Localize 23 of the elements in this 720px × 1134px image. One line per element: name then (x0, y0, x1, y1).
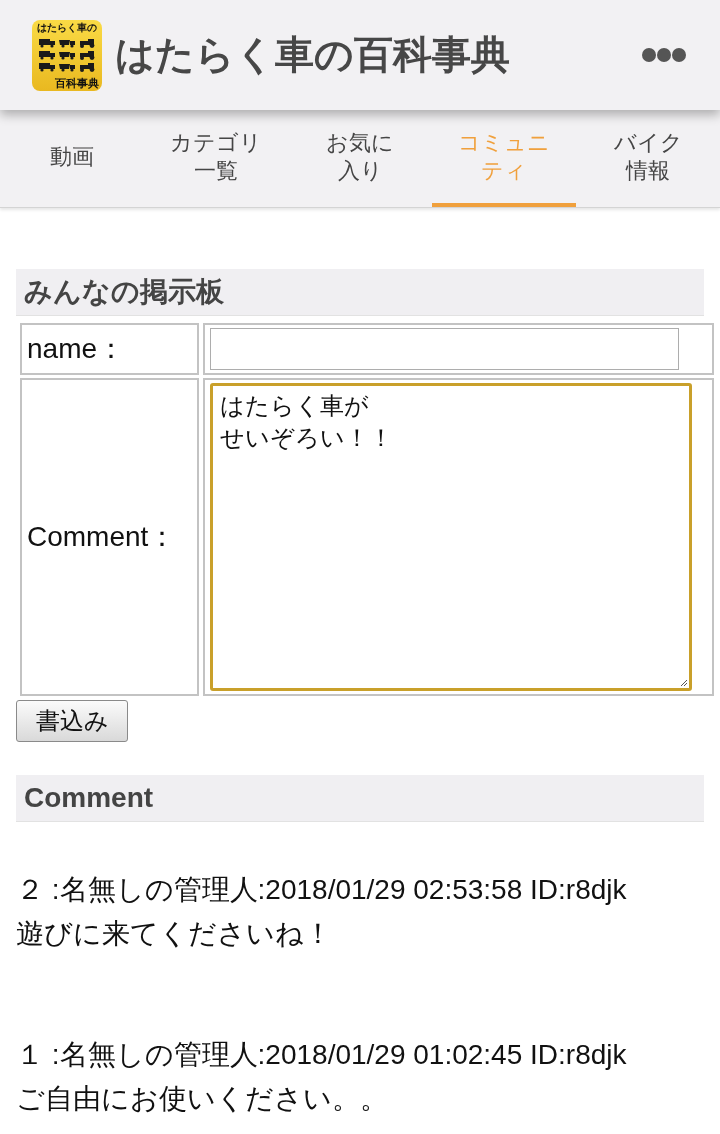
typed-text: せいぞろい！！ (220, 423, 393, 453)
post-header: １ :名無しの管理人:2018/01/29 01:02:45 ID:r8djk (16, 1038, 628, 1072)
app-title: はたらく車の百科事典 (115, 32, 511, 78)
tab[interactable]: お気に入り (288, 110, 432, 207)
typed-text: はたらく車が (220, 391, 369, 421)
logo-text: はたらく車の (37, 21, 97, 34)
section-title: Comment (16, 775, 704, 822)
section-title: みんなの掲示板 (16, 269, 704, 316)
tab[interactable]: カテゴリ一覧 (144, 110, 288, 207)
logo-text: 百科事典 (55, 76, 99, 89)
field-label: Comment： (27, 521, 177, 552)
tab[interactable]: バイク情報 (576, 110, 720, 207)
resize-handle-icon[interactable] (681, 680, 687, 686)
post-body: ご自由にお使いください。。 (16, 1082, 389, 1116)
tab[interactable]: 動画 (0, 110, 144, 207)
name-field[interactable] (210, 328, 679, 370)
post-header: ２ :名無しの管理人:2018/01/29 02:53:58 ID:r8djk (16, 873, 628, 907)
vehicles-drawing (39, 38, 95, 72)
field-label: name： (27, 333, 126, 364)
submit-button[interactable]: 書込み (16, 700, 128, 742)
more-icon[interactable] (642, 47, 686, 63)
post-body: 遊びに来てくださいね！ (16, 917, 333, 951)
comment-field[interactable]: はたらく車が せいぞろい！！ (210, 383, 692, 691)
